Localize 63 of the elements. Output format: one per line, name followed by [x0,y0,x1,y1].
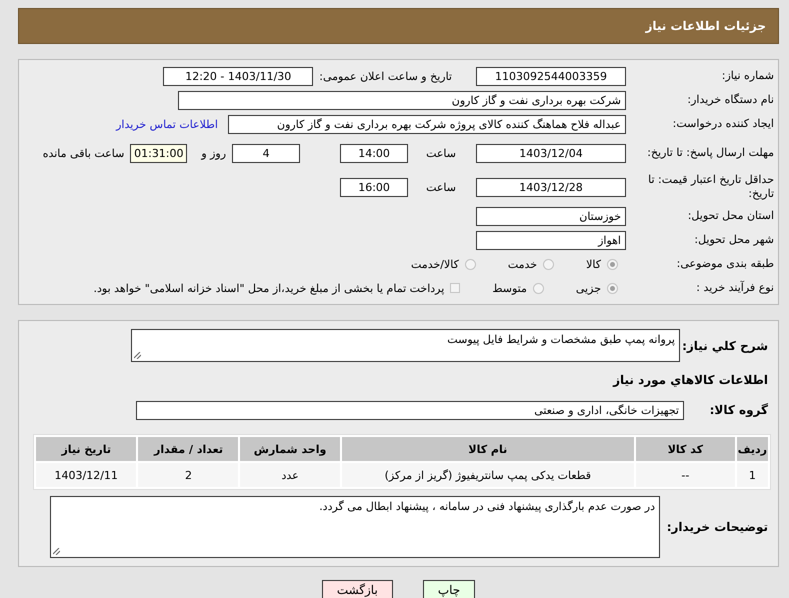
radio-button[interactable] [532,282,544,294]
contact-link[interactable]: اطلاعات تماس خریدار [116,118,218,130]
column-header: تاریخ نیاز [36,437,136,461]
field-label: گروه کالا: [708,403,769,417]
field-label: نوع فرآیند خرید : [695,281,775,295]
input-field[interactable]: اهواز [476,230,626,250]
payment-note: پرداخت تمام یا بخشی از مبلغ خرید،از محل "اسناد خزانه اسلامی" خواهد بود. [94,282,444,294]
radio-button[interactable] [607,258,618,270]
field-label: ایجاد کننده درخواست: [672,117,775,131]
input-field[interactable]: 14:00 [340,144,408,162]
field-label: ساعت [426,146,456,160]
table-cell: 2 [138,463,238,487]
option-label: خدمت [508,258,538,270]
column-header: تعداد / مقدار [138,437,238,461]
resize-grip-icon[interactable] [53,548,60,555]
input-field[interactable]: خوزستان [476,206,626,226]
table-cell: -- [636,463,735,487]
input-field[interactable]: 16:00 [340,178,408,196]
field-label: ساعت باقی مانده [42,146,124,160]
field-label: شهر محل تحویل: [693,233,775,247]
field-label: تاریخ و ساعت اعلان عمومی: [319,70,452,82]
field-label: مهلت ارسال پاسخ: تا تاریخ: [646,146,775,160]
input-field[interactable]: 1403/12/04 [476,144,626,162]
input-field[interactable]: 1103092544003359 [476,66,626,86]
column-header: ردیف [736,437,768,461]
input-field[interactable]: 01:31:00 [130,144,188,162]
field-label: ساعت [426,180,456,194]
column-header: واحد شمارش [240,437,340,461]
input-field[interactable]: تجهیزات خانگی، اداری و صنعتی [136,400,684,420]
radio-button[interactable] [543,258,554,270]
option-label: کالا/خدمت [411,258,459,270]
checkbox[interactable] [450,283,460,293]
table-cell: قطعات یدکی پمپ سانتریفیوژ (گریز از مرکز) [342,463,634,487]
text-area[interactable]: پروانه پمپ طبق مشخصات و شرایط فایل پیوست [131,329,680,362]
input-field[interactable]: شرکت بهره برداری نفت و گاز کارون [178,90,626,110]
radio-button[interactable] [607,282,618,294]
radio-button[interactable] [464,258,476,270]
section-heading: اطلاعات کالاهاي مورد نیاز [613,373,769,387]
field-label: نام دستگاه خریدار: [686,93,775,107]
back-button[interactable]: بازگشت [322,580,393,598]
table-cell: 1 [736,463,768,487]
option-label: متوسط [492,282,527,294]
text-area[interactable]: در صورت عدم بارگذاری پیشنهاد فنی در سامانه ، پیشنهاد ابطال می گردد. [50,496,660,558]
option-label: کالا [586,258,601,270]
print-button[interactable]: چاپ [422,580,476,598]
table-cell: 1403/12/11 [36,463,136,487]
input-field[interactable]: 4 [232,144,300,162]
column-header: کد کالا [636,437,735,461]
page-title: جزئیات اطلاعات نیاز [645,19,766,33]
table-cell: عدد [240,463,340,487]
column-header: نام کالا [342,437,634,461]
input-field[interactable]: 1403/12/28 [476,178,626,196]
field-label: حداقل تاریخ اعتبار قیمت: تا تاریخ: [647,173,775,201]
input-field[interactable]: 1403/11/30 - 12:20 [163,66,314,86]
field-label: شرح کلي نیاز: [686,338,769,352]
option-label: جزیی [576,282,601,294]
input-field[interactable]: عبداله فلاح هماهنگ کننده کالای پروژه شرکت بهره برداری نفت و گاز کارون [228,114,626,134]
field-label: شماره نیاز: [720,69,775,83]
field-label: استان محل تحویل: [686,209,775,223]
field-label: توضیحات خریدار: [666,520,769,534]
field-label: طبقه بندی موضوعی: [676,257,775,271]
field-label: روز و [201,146,226,160]
resize-grip-icon[interactable] [134,352,141,359]
